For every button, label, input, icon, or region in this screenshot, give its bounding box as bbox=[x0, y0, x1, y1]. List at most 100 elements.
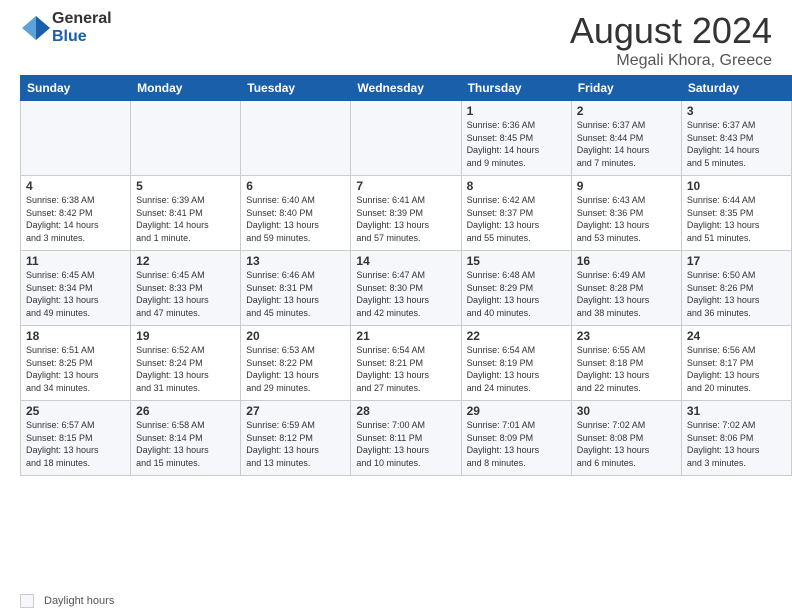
weekday-header-monday: Monday bbox=[131, 76, 241, 101]
day-info: Sunrise: 6:52 AM Sunset: 8:24 PM Dayligh… bbox=[136, 344, 235, 394]
day-number: 19 bbox=[136, 329, 235, 343]
day-info: Sunrise: 6:43 AM Sunset: 8:36 PM Dayligh… bbox=[577, 194, 676, 244]
calendar-day-cell: 18Sunrise: 6:51 AM Sunset: 8:25 PM Dayli… bbox=[21, 326, 131, 401]
calendar-day-cell: 20Sunrise: 6:53 AM Sunset: 8:22 PM Dayli… bbox=[241, 326, 351, 401]
legend-box bbox=[20, 594, 34, 608]
day-number: 30 bbox=[577, 404, 676, 418]
day-number: 11 bbox=[26, 254, 125, 268]
calendar-day-cell: 9Sunrise: 6:43 AM Sunset: 8:36 PM Daylig… bbox=[571, 176, 681, 251]
day-number: 4 bbox=[26, 179, 125, 193]
calendar-day-cell: 1Sunrise: 6:36 AM Sunset: 8:45 PM Daylig… bbox=[461, 101, 571, 176]
calendar-day-cell bbox=[131, 101, 241, 176]
day-number: 2 bbox=[577, 104, 676, 118]
day-number: 24 bbox=[687, 329, 786, 343]
calendar-day-cell: 27Sunrise: 6:59 AM Sunset: 8:12 PM Dayli… bbox=[241, 401, 351, 476]
page-header: General Blue August 2024 Megali Khora, G… bbox=[0, 0, 792, 75]
calendar-day-cell: 28Sunrise: 7:00 AM Sunset: 8:11 PM Dayli… bbox=[351, 401, 461, 476]
day-number: 12 bbox=[136, 254, 235, 268]
weekday-header-tuesday: Tuesday bbox=[241, 76, 351, 101]
calendar-day-cell bbox=[21, 101, 131, 176]
day-number: 29 bbox=[467, 404, 566, 418]
day-info: Sunrise: 6:45 AM Sunset: 8:33 PM Dayligh… bbox=[136, 269, 235, 319]
weekday-header-sunday: Sunday bbox=[21, 76, 131, 101]
day-number: 15 bbox=[467, 254, 566, 268]
day-info: Sunrise: 6:58 AM Sunset: 8:14 PM Dayligh… bbox=[136, 419, 235, 469]
day-number: 28 bbox=[356, 404, 455, 418]
logo-general: General bbox=[52, 10, 112, 28]
day-info: Sunrise: 6:50 AM Sunset: 8:26 PM Dayligh… bbox=[687, 269, 786, 319]
weekday-header-friday: Friday bbox=[571, 76, 681, 101]
day-number: 5 bbox=[136, 179, 235, 193]
calendar-day-cell: 12Sunrise: 6:45 AM Sunset: 8:33 PM Dayli… bbox=[131, 251, 241, 326]
calendar-day-cell: 6Sunrise: 6:40 AM Sunset: 8:40 PM Daylig… bbox=[241, 176, 351, 251]
day-number: 27 bbox=[246, 404, 345, 418]
day-info: Sunrise: 6:48 AM Sunset: 8:29 PM Dayligh… bbox=[467, 269, 566, 319]
calendar-day-cell: 21Sunrise: 6:54 AM Sunset: 8:21 PM Dayli… bbox=[351, 326, 461, 401]
calendar-day-cell: 2Sunrise: 6:37 AM Sunset: 8:44 PM Daylig… bbox=[571, 101, 681, 176]
weekday-header-thursday: Thursday bbox=[461, 76, 571, 101]
day-number: 31 bbox=[687, 404, 786, 418]
day-number: 16 bbox=[577, 254, 676, 268]
day-info: Sunrise: 6:51 AM Sunset: 8:25 PM Dayligh… bbox=[26, 344, 125, 394]
day-info: Sunrise: 6:47 AM Sunset: 8:30 PM Dayligh… bbox=[356, 269, 455, 319]
day-info: Sunrise: 7:02 AM Sunset: 8:06 PM Dayligh… bbox=[687, 419, 786, 469]
day-number: 23 bbox=[577, 329, 676, 343]
calendar-day-cell: 8Sunrise: 6:42 AM Sunset: 8:37 PM Daylig… bbox=[461, 176, 571, 251]
calendar-day-cell: 29Sunrise: 7:01 AM Sunset: 8:09 PM Dayli… bbox=[461, 401, 571, 476]
day-number: 13 bbox=[246, 254, 345, 268]
legend-label: Daylight hours bbox=[44, 595, 114, 607]
calendar-day-cell: 17Sunrise: 6:50 AM Sunset: 8:26 PM Dayli… bbox=[681, 251, 791, 326]
month-year-title: August 2024 bbox=[570, 10, 772, 52]
calendar-table: SundayMondayTuesdayWednesdayThursdayFrid… bbox=[20, 75, 792, 476]
day-info: Sunrise: 6:41 AM Sunset: 8:39 PM Dayligh… bbox=[356, 194, 455, 244]
calendar-week-row: 1Sunrise: 6:36 AM Sunset: 8:45 PM Daylig… bbox=[21, 101, 792, 176]
calendar-week-row: 25Sunrise: 6:57 AM Sunset: 8:15 PM Dayli… bbox=[21, 401, 792, 476]
day-number: 1 bbox=[467, 104, 566, 118]
day-number: 21 bbox=[356, 329, 455, 343]
logo: General Blue bbox=[20, 10, 112, 46]
day-info: Sunrise: 7:02 AM Sunset: 8:08 PM Dayligh… bbox=[577, 419, 676, 469]
calendar-day-cell: 15Sunrise: 6:48 AM Sunset: 8:29 PM Dayli… bbox=[461, 251, 571, 326]
day-info: Sunrise: 6:40 AM Sunset: 8:40 PM Dayligh… bbox=[246, 194, 345, 244]
weekday-header-wednesday: Wednesday bbox=[351, 76, 461, 101]
day-number: 25 bbox=[26, 404, 125, 418]
day-number: 14 bbox=[356, 254, 455, 268]
logo-text: General Blue bbox=[52, 10, 112, 46]
calendar-day-cell: 30Sunrise: 7:02 AM Sunset: 8:08 PM Dayli… bbox=[571, 401, 681, 476]
day-info: Sunrise: 6:53 AM Sunset: 8:22 PM Dayligh… bbox=[246, 344, 345, 394]
day-info: Sunrise: 6:37 AM Sunset: 8:43 PM Dayligh… bbox=[687, 119, 786, 169]
calendar-day-cell: 4Sunrise: 6:38 AM Sunset: 8:42 PM Daylig… bbox=[21, 176, 131, 251]
day-info: Sunrise: 7:01 AM Sunset: 8:09 PM Dayligh… bbox=[467, 419, 566, 469]
calendar-week-row: 4Sunrise: 6:38 AM Sunset: 8:42 PM Daylig… bbox=[21, 176, 792, 251]
location-subtitle: Megali Khora, Greece bbox=[570, 52, 772, 70]
calendar-day-cell: 23Sunrise: 6:55 AM Sunset: 8:18 PM Dayli… bbox=[571, 326, 681, 401]
day-info: Sunrise: 6:55 AM Sunset: 8:18 PM Dayligh… bbox=[577, 344, 676, 394]
calendar-day-cell: 10Sunrise: 6:44 AM Sunset: 8:35 PM Dayli… bbox=[681, 176, 791, 251]
calendar-day-cell bbox=[351, 101, 461, 176]
day-info: Sunrise: 6:42 AM Sunset: 8:37 PM Dayligh… bbox=[467, 194, 566, 244]
day-info: Sunrise: 6:44 AM Sunset: 8:35 PM Dayligh… bbox=[687, 194, 786, 244]
calendar-day-cell: 16Sunrise: 6:49 AM Sunset: 8:28 PM Dayli… bbox=[571, 251, 681, 326]
calendar-week-row: 18Sunrise: 6:51 AM Sunset: 8:25 PM Dayli… bbox=[21, 326, 792, 401]
day-info: Sunrise: 6:57 AM Sunset: 8:15 PM Dayligh… bbox=[26, 419, 125, 469]
day-info: Sunrise: 6:38 AM Sunset: 8:42 PM Dayligh… bbox=[26, 194, 125, 244]
day-info: Sunrise: 6:46 AM Sunset: 8:31 PM Dayligh… bbox=[246, 269, 345, 319]
calendar-footer: Daylight hours bbox=[0, 590, 792, 612]
calendar-day-cell: 31Sunrise: 7:02 AM Sunset: 8:06 PM Dayli… bbox=[681, 401, 791, 476]
day-number: 10 bbox=[687, 179, 786, 193]
day-info: Sunrise: 6:54 AM Sunset: 8:21 PM Dayligh… bbox=[356, 344, 455, 394]
day-info: Sunrise: 6:36 AM Sunset: 8:45 PM Dayligh… bbox=[467, 119, 566, 169]
calendar-week-row: 11Sunrise: 6:45 AM Sunset: 8:34 PM Dayli… bbox=[21, 251, 792, 326]
calendar-day-cell: 19Sunrise: 6:52 AM Sunset: 8:24 PM Dayli… bbox=[131, 326, 241, 401]
day-info: Sunrise: 6:56 AM Sunset: 8:17 PM Dayligh… bbox=[687, 344, 786, 394]
calendar-day-cell: 22Sunrise: 6:54 AM Sunset: 8:19 PM Dayli… bbox=[461, 326, 571, 401]
title-area: August 2024 Megali Khora, Greece bbox=[570, 10, 772, 70]
calendar-day-cell: 3Sunrise: 6:37 AM Sunset: 8:43 PM Daylig… bbox=[681, 101, 791, 176]
calendar-header-row: SundayMondayTuesdayWednesdayThursdayFrid… bbox=[21, 76, 792, 101]
calendar-day-cell: 11Sunrise: 6:45 AM Sunset: 8:34 PM Dayli… bbox=[21, 251, 131, 326]
day-number: 26 bbox=[136, 404, 235, 418]
calendar-day-cell: 14Sunrise: 6:47 AM Sunset: 8:30 PM Dayli… bbox=[351, 251, 461, 326]
day-info: Sunrise: 6:37 AM Sunset: 8:44 PM Dayligh… bbox=[577, 119, 676, 169]
day-number: 18 bbox=[26, 329, 125, 343]
logo-icon bbox=[20, 14, 52, 42]
